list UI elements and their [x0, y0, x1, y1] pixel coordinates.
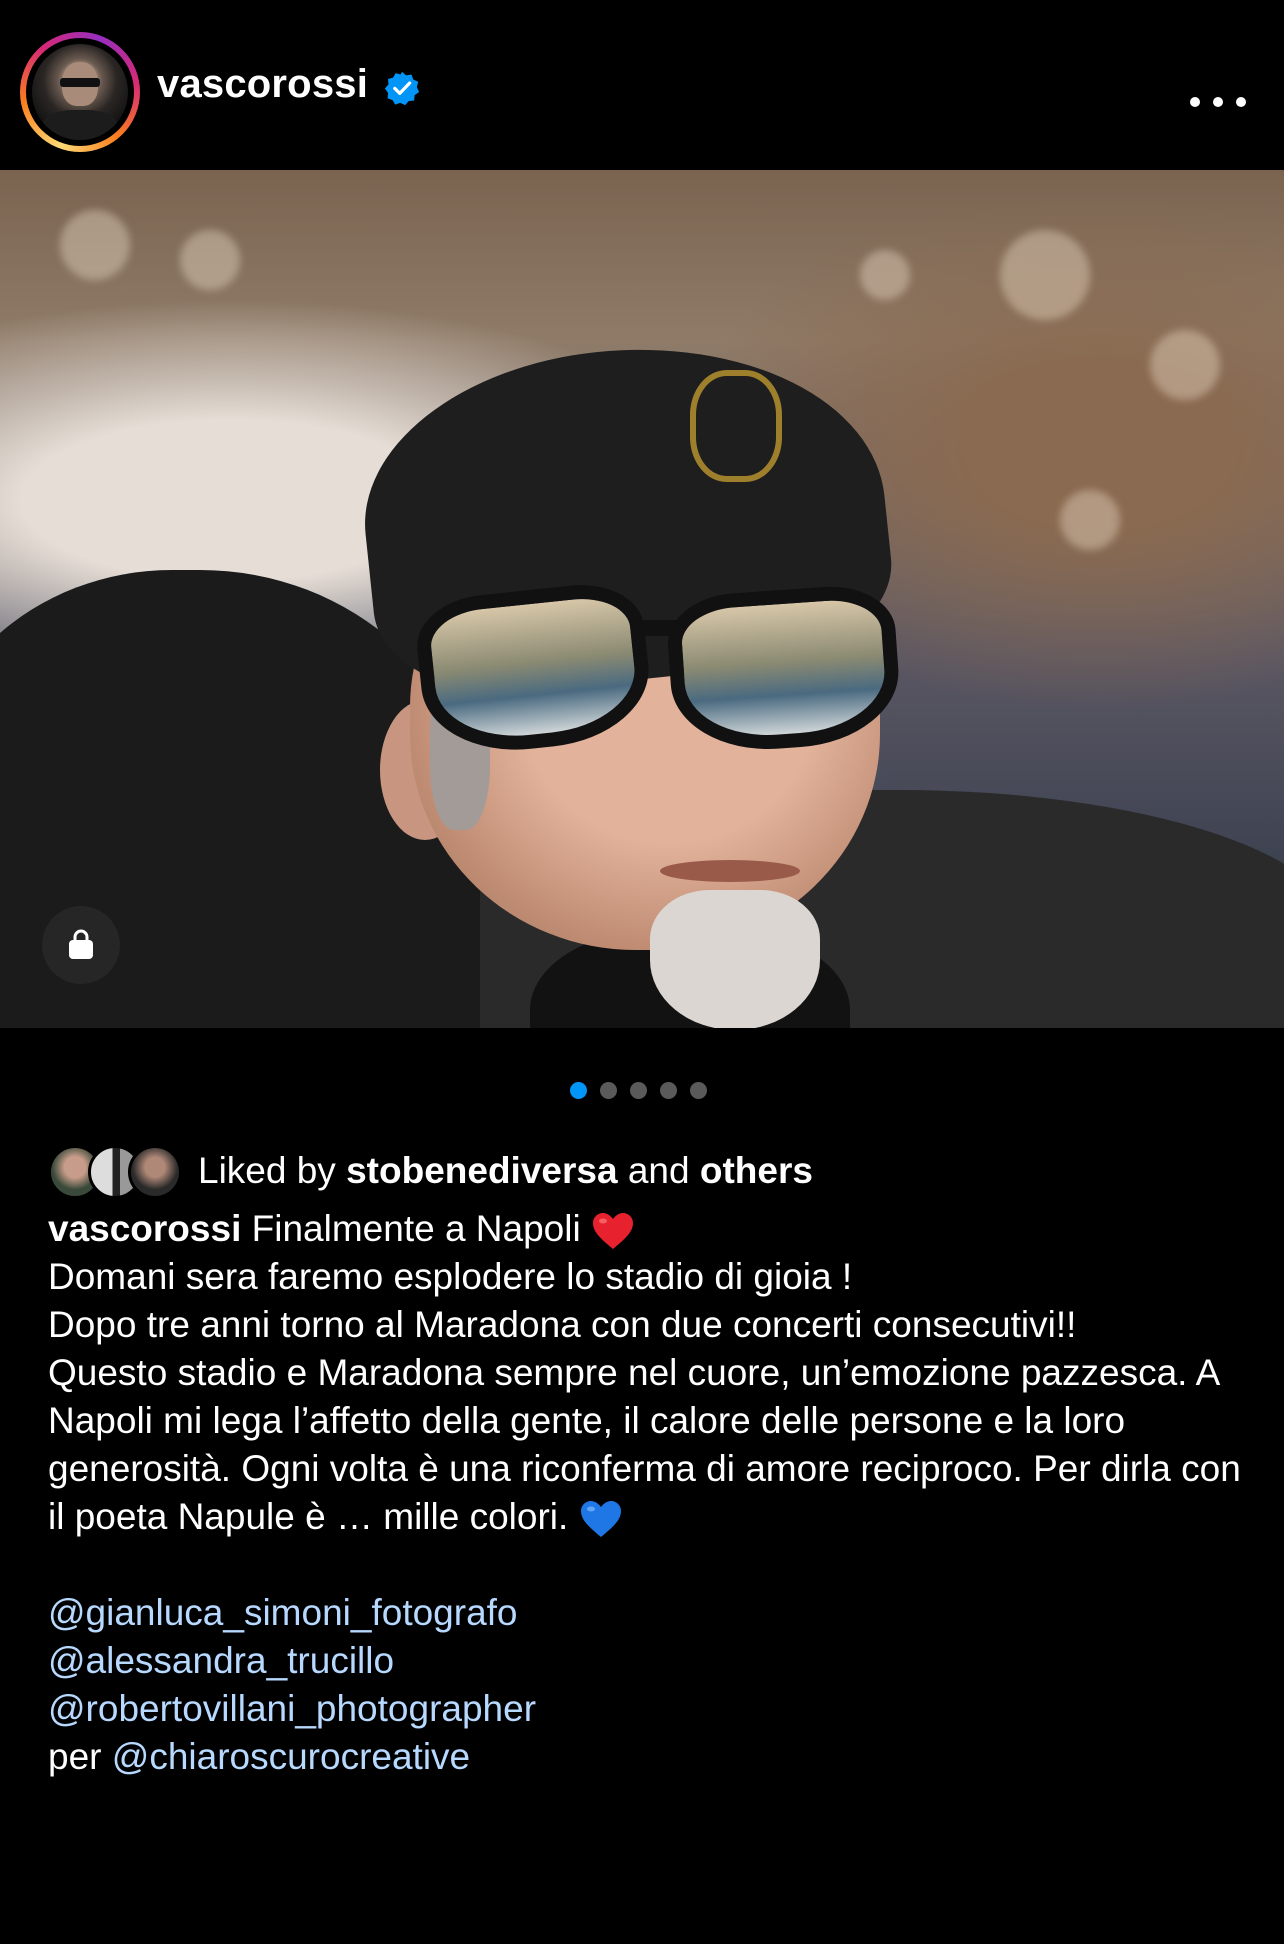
caption-line-3: Dopo tre anni torno al Maradona con due … [48, 1304, 1077, 1345]
more-options-icon[interactable] [1190, 82, 1246, 122]
avatar[interactable] [32, 44, 128, 140]
caption-author[interactable]: vascorossi [48, 1208, 241, 1249]
blue-heart-icon [580, 1501, 621, 1538]
carousel-dot [600, 1082, 617, 1099]
caption-line-1: Finalmente a Napoli [251, 1208, 581, 1249]
liker-avatars[interactable] [48, 1143, 188, 1199]
others-link[interactable]: others [700, 1150, 813, 1191]
red-heart-icon [592, 1213, 633, 1250]
liked-by-text: Liked by stobenediversa and others [198, 1150, 813, 1191]
mention-link[interactable]: @robertovillani_photographer [48, 1688, 536, 1729]
carousel-indicator [570, 1082, 707, 1102]
mention-link[interactable]: @gianluca_simoni_fotografo [48, 1592, 518, 1633]
carousel-dot [690, 1082, 707, 1099]
mention-link[interactable]: @alessandra_trucillo [48, 1640, 394, 1681]
carousel-dot [660, 1082, 677, 1099]
mention-link[interactable]: @chiaroscurocreative [112, 1736, 470, 1777]
carousel-dot [570, 1082, 587, 1099]
avatar [128, 1145, 182, 1199]
post-caption: vascorossi Finalmente a Napoli Domani se… [48, 1205, 1248, 1781]
story-ring[interactable] [20, 32, 140, 152]
caption-line-4: Questo stadio e Maradona sempre nel cuor… [48, 1352, 1241, 1537]
liker-username[interactable]: stobenediversa [346, 1150, 617, 1191]
verified-badge-icon [384, 71, 420, 106]
post-author-username[interactable]: vascorossi [157, 62, 368, 107]
post-photo[interactable] [0, 170, 1284, 1028]
post-header: vascorossi [0, 14, 1284, 169]
liked-by-row[interactable]: Liked by stobenediversa and others [48, 1143, 813, 1199]
caption-line-2: Domani sera faremo esplodere lo stadio d… [48, 1256, 853, 1297]
credit-prefix: per [48, 1736, 102, 1777]
shopping-bag-icon[interactable] [42, 906, 120, 984]
top-divider [0, 0, 1284, 15]
carousel-dot [630, 1082, 647, 1099]
